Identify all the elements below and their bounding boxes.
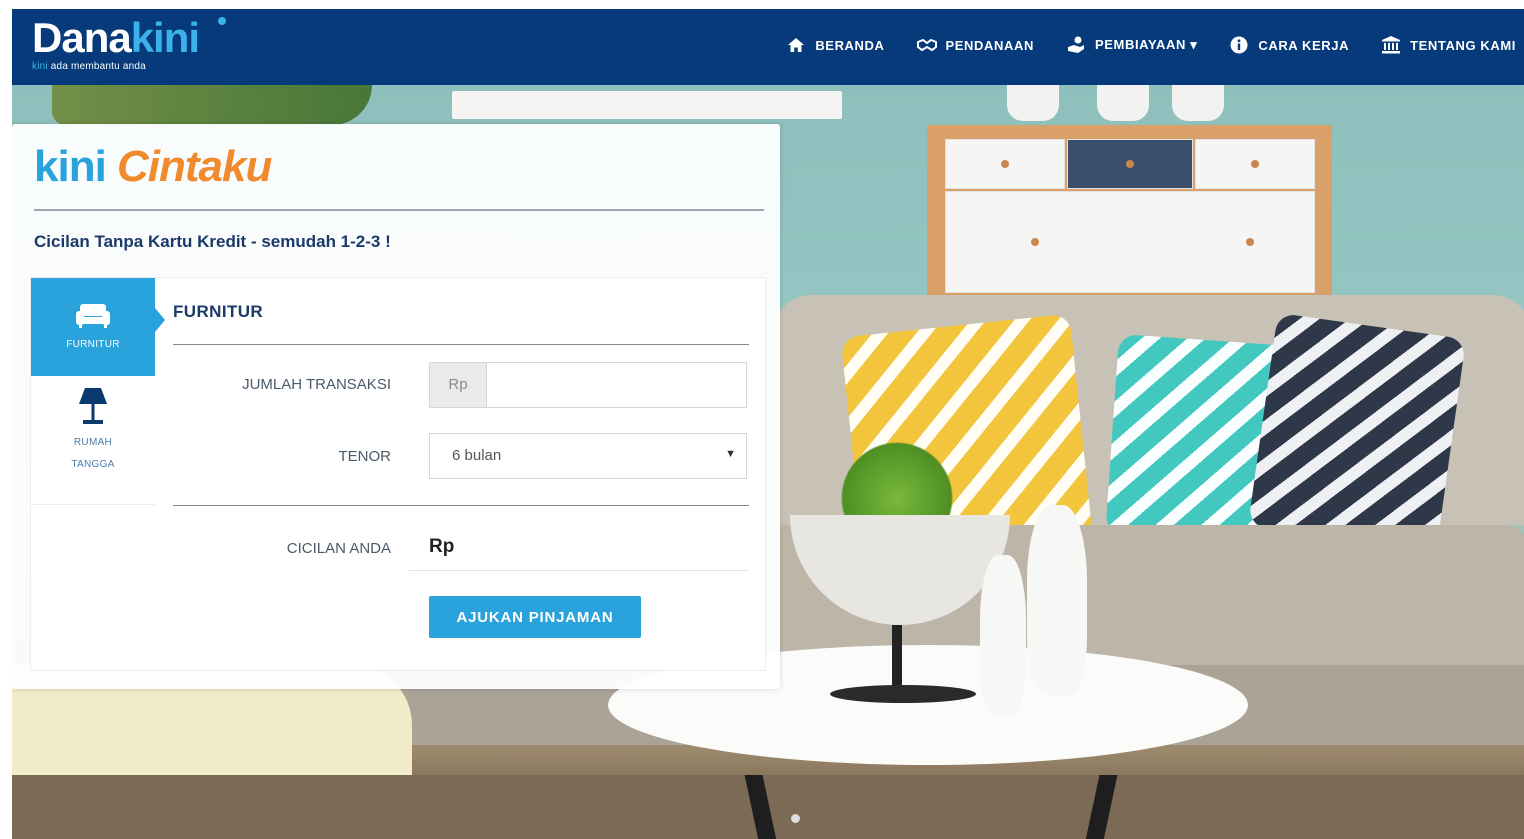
tenor-label: TENOR [338, 448, 392, 465]
nav-label: PENDANAAN [945, 37, 1034, 53]
pillow [1247, 312, 1467, 553]
page: Danakini kini ada membantu anda BERANDA … [12, 9, 1524, 839]
tab-label: FURNITUR [66, 339, 120, 350]
installment-value: Rp [429, 536, 455, 557]
drawer [945, 191, 1315, 293]
amount-label: JUMLAH TRANSAKSI [242, 376, 391, 393]
amount-input[interactable] [492, 363, 746, 409]
tab-label-line2: TANGGA [71, 459, 115, 470]
wall-shelf [452, 91, 842, 119]
brand-tagline: kini ada membantu anda [32, 61, 199, 72]
drawer [1195, 139, 1315, 189]
tab-rumah-tangga[interactable]: RUMAH TANGGA [31, 376, 155, 505]
nav-label: TENTANG KAMI [1410, 37, 1516, 53]
bank-icon [1382, 36, 1401, 54]
knob [1001, 160, 1009, 168]
dresser [927, 125, 1332, 305]
bird-figurine [980, 555, 1026, 715]
brand-name-accent: kini [130, 14, 200, 61]
sofa-icon [76, 304, 110, 328]
carousel-dot[interactable] [791, 814, 800, 823]
knob [1246, 238, 1254, 246]
loan-calculator-panel: kini Cintaku Cicilan Tanpa Kartu Kredit … [12, 124, 780, 689]
divider [34, 209, 764, 211]
vase [1172, 85, 1224, 121]
divider [409, 570, 749, 571]
knob [1251, 160, 1259, 168]
drawer [1067, 139, 1193, 189]
main-nav: BERANDA PENDANAAN PEMBIAYAAN ▾ CARA KERJ… [786, 35, 1516, 55]
section-title: FURNITUR [173, 302, 264, 321]
nav-item-pembiayaan[interactable]: PEMBIAYAAN ▾ [1066, 35, 1197, 55]
panel-tagline: Cicilan Tanpa Kartu Kredit - semudah 1-2… [34, 232, 391, 251]
chevron-down-icon: ▼ [725, 448, 736, 460]
hanging-plant [52, 85, 372, 125]
info-icon [1230, 36, 1248, 54]
tab-furnitur[interactable]: FURNITUR [31, 278, 165, 376]
home-icon [788, 38, 805, 52]
tenor-select[interactable]: 6 bulan ▼ [429, 433, 747, 479]
hand-coin-icon [1067, 36, 1084, 53]
lamp-icon [79, 388, 107, 424]
brand-dot-icon [218, 17, 226, 25]
bird-figurine [1027, 505, 1087, 695]
divider [173, 344, 749, 345]
knob [1031, 238, 1039, 246]
tenor-selected-value: 6 bulan [452, 447, 502, 464]
brand-name-main: Dana [32, 14, 132, 61]
kinicintaku-logo: kini Cintaku [34, 142, 272, 192]
logo-cintaku: Cintaku [117, 142, 272, 191]
brand-tagline-accent: kini [32, 61, 48, 72]
nav-item-beranda[interactable]: BERANDA [786, 35, 884, 55]
logo-kini: kini [34, 142, 107, 191]
amount-input-group: Rp [429, 362, 747, 409]
submit-loan-button[interactable]: AJUKAN PINJAMAN [429, 596, 641, 638]
planter-stand-base [830, 685, 976, 703]
navbar: Danakini kini ada membantu anda BERANDA … [12, 9, 1524, 85]
nav-item-cara-kerja[interactable]: CARA KERJA [1229, 35, 1349, 55]
divider [173, 505, 749, 506]
vase [1097, 85, 1149, 121]
tab-label-line1: RUMAH [73, 437, 113, 448]
currency-prefix: Rp [430, 363, 487, 407]
brand-logo[interactable]: Danakini kini ada membantu anda [32, 14, 226, 72]
knob [1126, 160, 1134, 168]
plant [832, 435, 962, 525]
category-tabs: FURNITUR RUMAH TANGGA [31, 278, 165, 505]
vase [1007, 85, 1059, 121]
calculator-card: FURNITUR RUMAH TANGGA FURNITUR JUMLAH TR… [30, 277, 766, 671]
drawer [945, 139, 1065, 189]
nav-label: BERANDA [815, 37, 885, 53]
nav-item-pendanaan[interactable]: PENDANAAN [916, 35, 1034, 55]
nav-label: CARA KERJA [1258, 37, 1350, 53]
brand-name: Danakini [32, 14, 200, 61]
installment-label: CICILAN ANDA [286, 540, 391, 557]
brand-tagline-rest: ada membantu anda [47, 61, 146, 72]
nav-item-tentang-kami[interactable]: TENTANG KAMI [1381, 35, 1516, 55]
nav-label: PEMBIAYAAN ▾ [1094, 37, 1198, 52]
handshake-icon [916, 38, 937, 52]
